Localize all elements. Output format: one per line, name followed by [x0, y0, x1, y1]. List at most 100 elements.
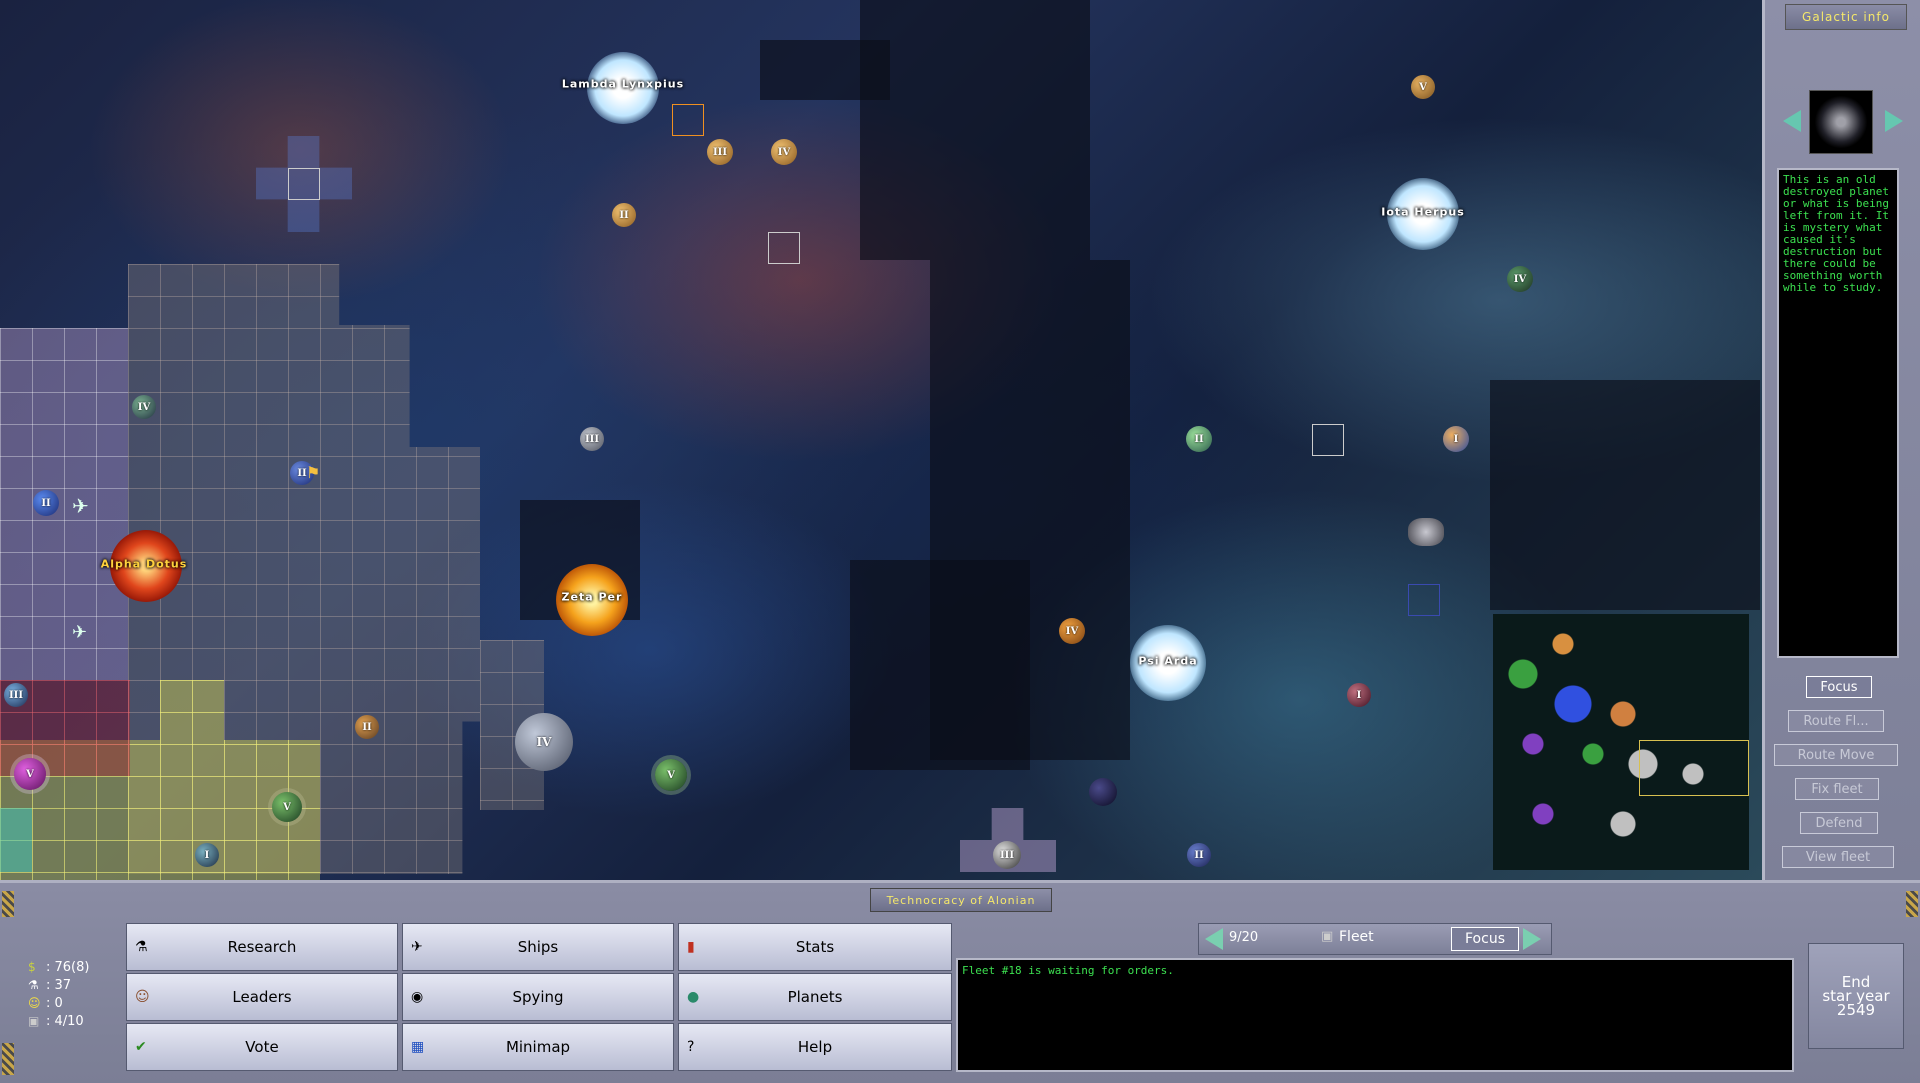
info-description: This is an old destroyed planet or what …: [1777, 168, 1899, 658]
stat-row: ▣: 4/10: [28, 1012, 128, 1030]
ship-icon[interactable]: ⚑: [306, 463, 320, 482]
planet[interactable]: II: [33, 490, 59, 516]
stats-button[interactable]: ▮ Stats: [678, 923, 952, 971]
flask-icon: ⚗: [135, 939, 148, 955]
ship-icon[interactable]: ✈: [72, 494, 89, 518]
star-year: 2549: [1836, 1001, 1876, 1019]
happiness-icon: ☺: [28, 996, 41, 1010]
stat-row: ⚗: 37: [28, 976, 128, 994]
galaxy-map[interactable]: Lambda Lynxpius Iota Herpus Alpha Dotus …: [0, 0, 1762, 880]
button-label: Minimap: [505, 1038, 571, 1056]
fleet-label: Fleet: [1339, 929, 1374, 945]
credits-icon: $: [28, 960, 36, 974]
help-icon: ?: [687, 1039, 695, 1055]
planet[interactable]: V: [272, 792, 302, 822]
minimap-icon: ▦: [411, 1039, 425, 1055]
planet[interactable]: IV: [132, 395, 156, 419]
planet[interactable]: I: [1347, 683, 1371, 707]
button-label: Help: [797, 1038, 833, 1056]
star-label: Alpha Dotus: [100, 557, 188, 571]
void-region: [1490, 380, 1760, 610]
planet[interactable]: V: [1411, 75, 1435, 99]
planet[interactable]: [1089, 778, 1117, 806]
research-value: : 37: [46, 977, 72, 993]
planet[interactable]: III: [4, 683, 28, 707]
planet[interactable]: II: [1186, 426, 1212, 452]
panel-edge-decoration: [2, 891, 14, 917]
end-turn-button[interactable]: End star year 2549: [1808, 943, 1904, 1049]
help-button[interactable]: ? Help: [678, 1023, 952, 1071]
empire-name: Technocracy of Alonian: [870, 888, 1052, 912]
derelict-icon[interactable]: [1408, 518, 1444, 546]
minimap[interactable]: [1493, 614, 1749, 870]
next-fleet-arrow-icon[interactable]: [1523, 928, 1541, 950]
focus-button[interactable]: Focus: [1806, 676, 1872, 698]
star-label: Psi Arda: [1138, 654, 1198, 668]
leaders-button[interactable]: ☺ Leaders: [126, 973, 398, 1021]
spy-icon: ◉: [411, 989, 424, 1005]
planet[interactable]: V: [14, 758, 46, 790]
fleet-marker[interactable]: [1408, 584, 1440, 616]
fleet-icon: ▣: [28, 1014, 40, 1028]
planet[interactable]: I: [1443, 426, 1469, 452]
command-panel: Technocracy of Alonian $: 76(8) ⚗: 37 ☺:…: [0, 880, 1920, 1083]
planet[interactable]: IV: [1507, 266, 1533, 292]
planet[interactable]: III: [580, 427, 604, 451]
planet[interactable]: II: [612, 203, 636, 227]
ship-icon[interactable]: ✈: [72, 622, 87, 643]
selected-object-thumbnail: [1809, 90, 1873, 154]
button-label: Planets: [787, 988, 843, 1006]
panel-edge-decoration: [2, 1043, 14, 1075]
happiness-value: : 0: [46, 995, 63, 1011]
prev-fleet-arrow-icon[interactable]: [1205, 928, 1223, 950]
route-fleet-button[interactable]: Route Fl...: [1788, 710, 1884, 732]
next-arrow-icon[interactable]: [1885, 110, 1903, 132]
planet[interactable]: II: [355, 715, 379, 739]
fleet-focus-button[interactable]: Focus: [1451, 927, 1519, 951]
fleet-marker[interactable]: [768, 232, 800, 264]
fix-fleet-button[interactable]: Fix fleet: [1795, 778, 1879, 800]
planet[interactable]: IV: [1059, 618, 1085, 644]
void-region: [860, 0, 1090, 260]
vote-button[interactable]: ✔ Vote: [126, 1023, 398, 1071]
fleet-selector: 9/20 ▣ Fleet Focus: [1198, 923, 1552, 955]
button-label: Vote: [245, 1038, 279, 1056]
fleet-marker[interactable]: [288, 168, 320, 200]
research-button[interactable]: ⚗ Research: [126, 923, 398, 971]
leader-icon: ☺: [135, 989, 150, 1005]
route-move-button[interactable]: Route Move: [1774, 744, 1898, 766]
check-icon: ✔: [135, 1039, 147, 1055]
fleet-counter: 9/20: [1229, 930, 1259, 945]
chart-icon: ▮: [687, 939, 695, 955]
fleet-marker[interactable]: [1312, 424, 1344, 456]
ship-icon: ✈: [411, 939, 423, 955]
button-label: Research: [227, 938, 297, 956]
button-label: Leaders: [232, 988, 292, 1006]
territory-pink: [0, 328, 128, 680]
planet[interactable]: III: [707, 139, 733, 165]
button-label: Ships: [517, 938, 559, 956]
void-region: [850, 560, 1030, 770]
planets-button[interactable]: ● Planets: [678, 973, 952, 1021]
button-label: Spying: [512, 988, 564, 1006]
spying-button[interactable]: ◉ Spying: [402, 973, 674, 1021]
planet[interactable]: IV: [515, 713, 573, 771]
button-label: Stats: [795, 938, 835, 956]
stat-row: $: 76(8): [28, 958, 128, 976]
stats-panel: $: 76(8) ⚗: 37 ☺ : 0 ▣: 4/10: [28, 958, 128, 1030]
planet[interactable]: II: [1187, 843, 1211, 867]
planet[interactable]: III: [993, 841, 1021, 869]
fleet-marker[interactable]: [672, 104, 704, 136]
planet-icon: ●: [687, 989, 700, 1005]
planet[interactable]: I: [195, 843, 219, 867]
planet[interactable]: V: [655, 759, 687, 791]
minimap-viewport[interactable]: [1639, 740, 1749, 796]
prev-arrow-icon[interactable]: [1783, 110, 1801, 132]
minimap-button[interactable]: ▦ Minimap: [402, 1023, 674, 1071]
ships-button[interactable]: ✈ Ships: [402, 923, 674, 971]
planet[interactable]: IV: [771, 139, 797, 165]
view-fleet-button[interactable]: View fleet: [1782, 846, 1894, 868]
defend-button[interactable]: Defend: [1800, 812, 1878, 834]
panel-title: Galactic info: [1785, 4, 1907, 30]
void-region: [760, 40, 890, 100]
